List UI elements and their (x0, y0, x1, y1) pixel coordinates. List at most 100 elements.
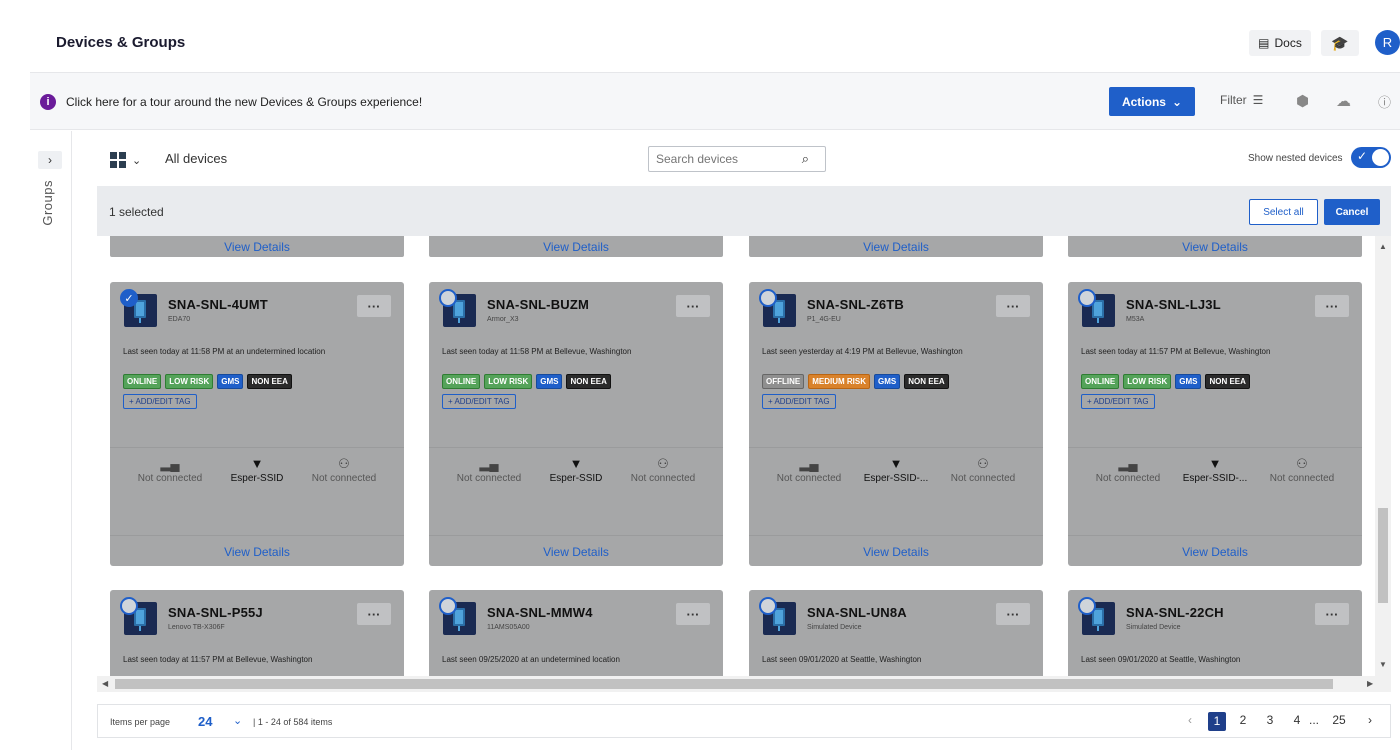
device-card[interactable]: SNA-SNL-22CH Simulated Device ··· Last s… (1068, 590, 1362, 676)
device-card[interactable]: SNA-SNL-LJ3L M53A ··· Last seen today at… (1068, 282, 1362, 566)
add-edit-tag-button[interactable]: + ADD/EDIT TAG (1081, 394, 1155, 409)
ethernet-status: ⚇ Not connected (299, 457, 389, 485)
filter-button[interactable]: Filter ☰ (1220, 93, 1263, 107)
android-icon[interactable]: ⬢ (1296, 92, 1309, 110)
status-badge: ONLINE (123, 374, 162, 389)
scroll-thumb[interactable] (115, 679, 1333, 689)
chevron-down-icon[interactable]: ⌄ (233, 714, 242, 727)
view-details-link[interactable]: View Details (1068, 536, 1362, 567)
device-card[interactable]: SNA-SNL-BUZM Armor_X3 ··· Last seen toda… (429, 282, 723, 566)
status-badge: OFFLINE (762, 374, 805, 389)
card-checkbox[interactable] (759, 597, 777, 615)
page-2[interactable]: 2 (1234, 713, 1252, 727)
search-icon[interactable]: ⌕ (802, 151, 809, 167)
scroll-up-icon[interactable]: ▲ (1379, 242, 1387, 251)
scroll-right-icon[interactable]: ▶ (1367, 679, 1373, 688)
signal-icon: ▂▄ (799, 456, 819, 471)
card-checkbox[interactable] (439, 597, 457, 615)
tour-banner[interactable]: i Click here for a tour around the new D… (30, 72, 1400, 130)
device-model: M53A (1126, 316, 1145, 323)
pagination-bar: Items per page 24 ⌄ | 1 - 24 of 584 item… (97, 704, 1391, 738)
page-3[interactable]: 3 (1261, 713, 1279, 727)
horizontal-scrollbar[interactable]: ◀ ▶ (97, 676, 1391, 692)
cellular-label: Not connected (776, 473, 842, 484)
ethernet-icon: ⚇ (1296, 456, 1308, 471)
selection-count: 1 selected (109, 205, 164, 219)
view-details-link[interactable]: View Details (749, 236, 1043, 257)
view-details-link[interactable]: View Details (110, 236, 404, 257)
nested-devices-toggle[interactable]: ✓ (1351, 147, 1391, 168)
actions-button[interactable]: Actions ⌄ (1109, 87, 1195, 116)
card-checkbox[interactable]: ✓ (120, 289, 138, 307)
cellular-status: ▂▄ Not connected (125, 457, 215, 485)
wifi-status: ▼ Esper-SSID-... (861, 457, 931, 485)
wifi-label: Esper-SSID (230, 473, 284, 484)
card-checkbox[interactable] (759, 289, 777, 307)
scroll-down-icon[interactable]: ▼ (1379, 660, 1387, 669)
divider (1068, 447, 1362, 448)
info-circle-icon[interactable]: ⓘ (1378, 92, 1391, 111)
more-options-button[interactable]: ··· (676, 603, 710, 625)
device-card[interactable]: SNA-SNL-P55J Lenovo TB-X306F ··· Last se… (110, 590, 404, 676)
device-name[interactable]: SNA-SNL-P55J (168, 605, 263, 620)
view-details-link[interactable]: View Details (1068, 236, 1362, 257)
wifi-status: ▼ Esper-SSID (531, 457, 621, 485)
cloud-download-icon[interactable]: ☁ (1336, 92, 1351, 110)
view-switcher[interactable]: ⌄ (110, 150, 156, 170)
device-card[interactable]: SNA-SNL-UN8A Simulated Device ··· Last s… (749, 590, 1043, 676)
select-all-button[interactable]: Select all (1249, 199, 1318, 225)
docs-button[interactable]: ▤ Docs (1249, 30, 1311, 56)
card-checkbox[interactable] (1078, 597, 1096, 615)
card-checkbox[interactable] (120, 597, 138, 615)
add-edit-tag-button[interactable]: + ADD/EDIT TAG (762, 394, 836, 409)
page-25[interactable]: 25 (1328, 713, 1350, 727)
items-per-page-select[interactable]: 24 (198, 714, 212, 729)
avatar[interactable]: R (1375, 30, 1400, 55)
wifi-icon: ▼ (569, 456, 583, 471)
more-options-button[interactable]: ··· (996, 295, 1030, 317)
more-options-button[interactable]: ··· (357, 603, 391, 625)
add-edit-tag-button[interactable]: + ADD/EDIT TAG (442, 394, 516, 409)
device-name[interactable]: SNA-SNL-LJ3L (1126, 297, 1221, 312)
page-4[interactable]: 4 (1288, 713, 1306, 727)
device-name[interactable]: SNA-SNL-Z6TB (807, 297, 904, 312)
more-options-button[interactable]: ··· (357, 295, 391, 317)
search-input[interactable] (649, 147, 789, 171)
next-page-icon[interactable]: › (1361, 713, 1379, 727)
ethernet-status: ⚇ Not connected (938, 457, 1028, 485)
more-options-button[interactable]: ··· (1315, 295, 1349, 317)
scroll-thumb[interactable] (1378, 508, 1388, 603)
device-name[interactable]: SNA-SNL-UN8A (807, 605, 907, 620)
prev-page-icon[interactable]: ‹ (1181, 713, 1199, 727)
add-edit-tag-button[interactable]: + ADD/EDIT TAG (123, 394, 197, 409)
card-checkbox[interactable] (439, 289, 457, 307)
device-name[interactable]: SNA-SNL-BUZM (487, 297, 589, 312)
more-options-button[interactable]: ··· (996, 603, 1030, 625)
more-options-button[interactable]: ··· (1315, 603, 1349, 625)
academy-button[interactable]: 🎓 (1321, 30, 1359, 56)
page-1[interactable]: 1 (1208, 712, 1226, 731)
chevron-down-icon: ⌄ (132, 154, 142, 167)
view-details-link[interactable]: View Details (429, 536, 723, 567)
view-details-link[interactable]: View Details (429, 236, 723, 257)
device-name[interactable]: SNA-SNL-MMW4 (487, 605, 593, 620)
device-card[interactable]: ✓ SNA-SNL-4UMT EDA70 ··· Last seen today… (110, 282, 404, 566)
expand-groups-button[interactable]: › (38, 151, 62, 169)
device-card[interactable]: SNA-SNL-Z6TB P1_4G-EU ··· Last seen yest… (749, 282, 1043, 566)
device-name[interactable]: SNA-SNL-22CH (1126, 605, 1224, 620)
tour-text[interactable]: Click here for a tour around the new Dev… (66, 95, 422, 109)
more-options-button[interactable]: ··· (676, 295, 710, 317)
cancel-button[interactable]: Cancel (1324, 199, 1380, 225)
scroll-left-icon[interactable]: ◀ (102, 679, 108, 688)
groups-label[interactable]: Groups (40, 180, 55, 226)
device-name[interactable]: SNA-SNL-4UMT (168, 297, 268, 312)
card-checkbox[interactable] (1078, 289, 1096, 307)
signal-icon: ▂▄ (479, 456, 499, 471)
vertical-scrollbar[interactable]: ▲ ▼ (1375, 236, 1391, 676)
device-card[interactable]: SNA-SNL-MMW4 11AMS05A00 ··· Last seen 09… (429, 590, 723, 676)
last-seen: Last seen today at 11:58 PM at an undete… (123, 347, 326, 356)
wifi-status: ▼ Esper-SSID (212, 457, 302, 485)
view-details-link[interactable]: View Details (749, 536, 1043, 567)
view-details-link[interactable]: View Details (110, 536, 404, 567)
wifi-label: Esper-SSID (549, 473, 603, 484)
